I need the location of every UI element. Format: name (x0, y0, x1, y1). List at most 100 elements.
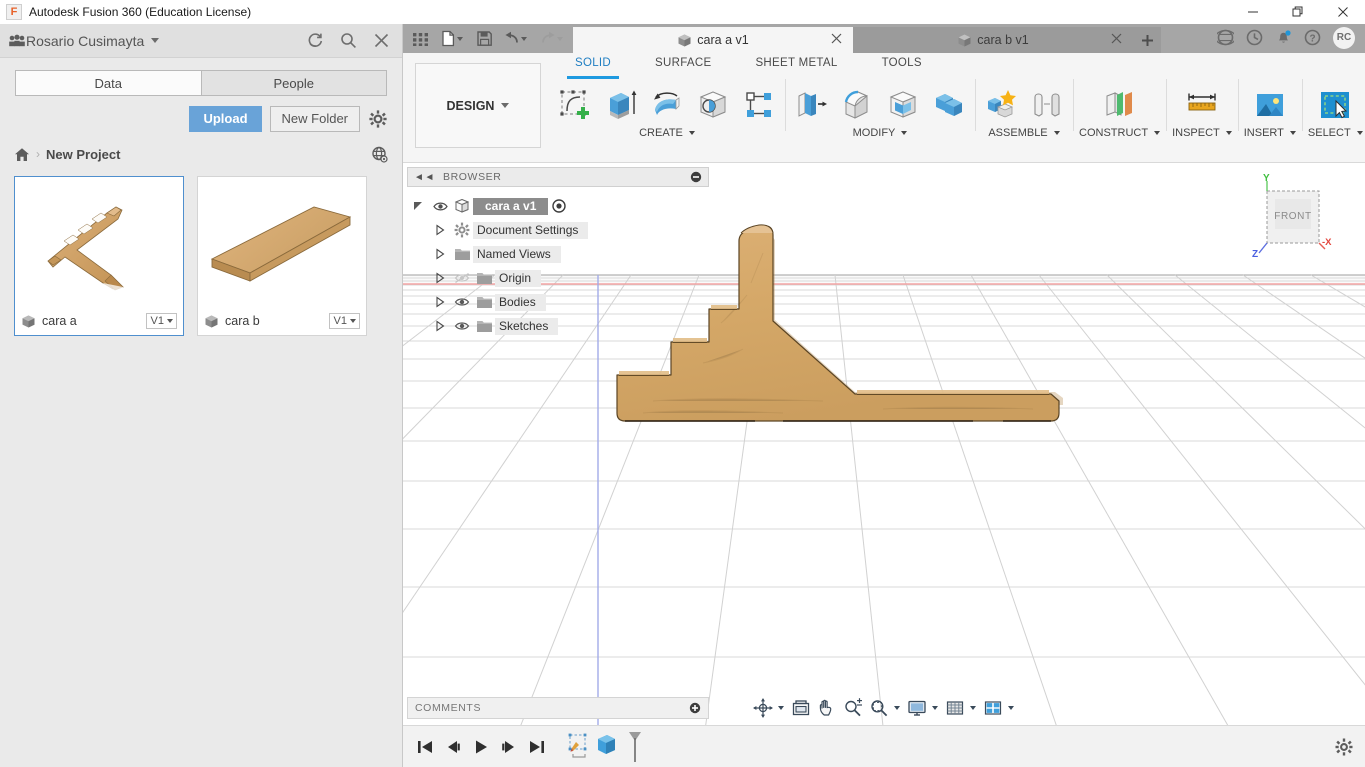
chevron-down-icon[interactable] (151, 38, 160, 43)
hole-icon[interactable] (693, 85, 733, 125)
ribbon-group-label[interactable]: MODIFY (853, 127, 908, 139)
combine-icon[interactable] (929, 85, 969, 125)
select-cursor-icon[interactable] (1315, 85, 1355, 125)
look-at-icon[interactable] (789, 697, 813, 719)
insert-image-icon[interactable] (1250, 85, 1290, 125)
view-cube[interactable]: FRONT Y -X Z (1249, 173, 1337, 261)
go-to-end-icon[interactable] (523, 732, 551, 762)
expand-triangle-icon[interactable] (429, 272, 451, 284)
fillet-icon[interactable] (837, 85, 877, 125)
ribbon-group-label[interactable]: ASSEMBLE (988, 127, 1060, 139)
press-pull-icon[interactable] (791, 85, 831, 125)
document-tab-cara-a[interactable]: cara a v1 (573, 27, 853, 53)
plus-circle-icon[interactable] (689, 702, 701, 714)
collapse-left-icon[interactable]: ◄◄ (414, 172, 435, 183)
ribbon-group-label[interactable]: INSPECT (1172, 127, 1232, 139)
grid-snaps-icon[interactable] (943, 697, 967, 719)
expand-triangle-icon[interactable] (429, 248, 451, 260)
globe-icon[interactable] (1217, 29, 1234, 46)
eye-icon[interactable] (451, 320, 473, 332)
radio-dot-icon[interactable] (548, 198, 570, 214)
grid-apps-icon[interactable] (407, 26, 433, 52)
gear-icon[interactable] (1335, 738, 1365, 756)
measure-icon[interactable] (1182, 85, 1222, 125)
ribbon-group-label[interactable]: CREATE (639, 127, 695, 139)
create-sketch-icon[interactable] (555, 85, 595, 125)
revolve-icon[interactable] (647, 85, 687, 125)
chevron-down-icon[interactable] (932, 706, 938, 710)
data-item-card[interactable]: cara a V1 (14, 176, 184, 336)
shell-icon[interactable] (883, 85, 923, 125)
viewports-icon[interactable] (981, 697, 1005, 719)
job-status-icon[interactable] (1246, 29, 1263, 46)
version-selector[interactable]: V1 (328, 313, 360, 329)
version-selector[interactable]: V1 (145, 313, 177, 329)
expand-triangle-icon[interactable] (407, 200, 429, 212)
save-icon[interactable] (471, 26, 497, 52)
comments-bar[interactable]: COMMENTS (407, 697, 709, 719)
upload-button[interactable]: Upload (189, 106, 262, 132)
chevron-down-icon[interactable] (970, 706, 976, 710)
refresh-icon[interactable] (307, 32, 324, 49)
go-to-beginning-icon[interactable] (411, 732, 439, 762)
eye-icon[interactable] (429, 201, 451, 212)
pan-icon[interactable] (815, 697, 839, 719)
search-icon[interactable] (340, 32, 357, 49)
tab-sheet-metal[interactable]: SHEET METAL (733, 53, 859, 75)
sketch-feature-icon[interactable] (565, 732, 593, 762)
notifications-icon[interactable] (1275, 29, 1292, 46)
ribbon-group-label[interactable]: SELECT (1308, 127, 1363, 139)
play-icon[interactable] (467, 732, 495, 762)
tree-node-bodies[interactable]: Bodies (407, 290, 709, 314)
3d-viewport[interactable]: ◄◄ BROWSER cara a v1 Document Settings N… (403, 163, 1365, 725)
joint-icon[interactable] (1027, 85, 1067, 125)
data-item-card[interactable]: cara b V1 (197, 176, 367, 336)
step-back-icon[interactable] (439, 732, 467, 762)
tab-people[interactable]: People (200, 70, 387, 96)
tree-node-document-settings[interactable]: Document Settings (407, 218, 709, 242)
zoom-icon[interactable] (841, 697, 865, 719)
ribbon-group-label[interactable]: CONSTRUCT (1079, 127, 1161, 139)
home-icon[interactable] (14, 147, 30, 162)
workspace-switcher[interactable]: DESIGN (415, 63, 541, 148)
chevron-down-icon[interactable] (894, 706, 900, 710)
new-file-icon[interactable] (435, 26, 469, 52)
maximize-button[interactable] (1275, 0, 1320, 24)
tree-node-sketches[interactable]: Sketches (407, 314, 709, 338)
eye-off-icon[interactable] (451, 272, 473, 284)
tree-node-origin[interactable]: Origin (407, 266, 709, 290)
expand-triangle-icon[interactable] (429, 224, 451, 236)
expand-triangle-icon[interactable] (429, 296, 451, 308)
undo-icon[interactable] (499, 26, 533, 52)
ribbon-group-label[interactable]: INSERT (1244, 127, 1296, 139)
tab-solid[interactable]: SOLID (553, 53, 633, 79)
extrude-feature-icon[interactable] (593, 732, 621, 762)
redo-icon[interactable] (535, 26, 569, 52)
tab-tools[interactable]: TOOLS (860, 53, 944, 75)
tree-node-named-views[interactable]: Named Views (407, 242, 709, 266)
breadcrumb-project[interactable]: New Project (46, 147, 120, 162)
new-document-tab-button[interactable] (1133, 27, 1161, 53)
new-folder-button[interactable]: New Folder (269, 106, 360, 132)
minimize-button[interactable] (1230, 0, 1275, 24)
tree-node-root[interactable]: cara a v1 (407, 194, 709, 218)
timeline-marker-icon[interactable] (621, 731, 649, 762)
tab-data[interactable]: Data (15, 70, 201, 96)
minus-circle-icon[interactable] (690, 171, 702, 183)
chevron-down-icon[interactable] (1008, 706, 1014, 710)
tab-surface[interactable]: SURFACE (633, 53, 733, 75)
help-icon[interactable]: ? (1304, 29, 1321, 46)
close-button[interactable] (1320, 0, 1365, 24)
pattern-icon[interactable] (739, 85, 779, 125)
orbit-icon[interactable] (751, 697, 775, 719)
document-tab-cara-b[interactable]: cara b v1 (853, 27, 1133, 53)
fit-icon[interactable] (867, 697, 891, 719)
globe-icon[interactable] (371, 146, 388, 163)
display-settings-icon[interactable] (905, 697, 929, 719)
close-panel-icon[interactable] (373, 32, 390, 49)
new-component-icon[interactable] (981, 85, 1021, 125)
offset-plane-icon[interactable] (1100, 85, 1140, 125)
expand-triangle-icon[interactable] (429, 320, 451, 332)
eye-icon[interactable] (451, 296, 473, 308)
close-icon[interactable] (1110, 32, 1123, 45)
